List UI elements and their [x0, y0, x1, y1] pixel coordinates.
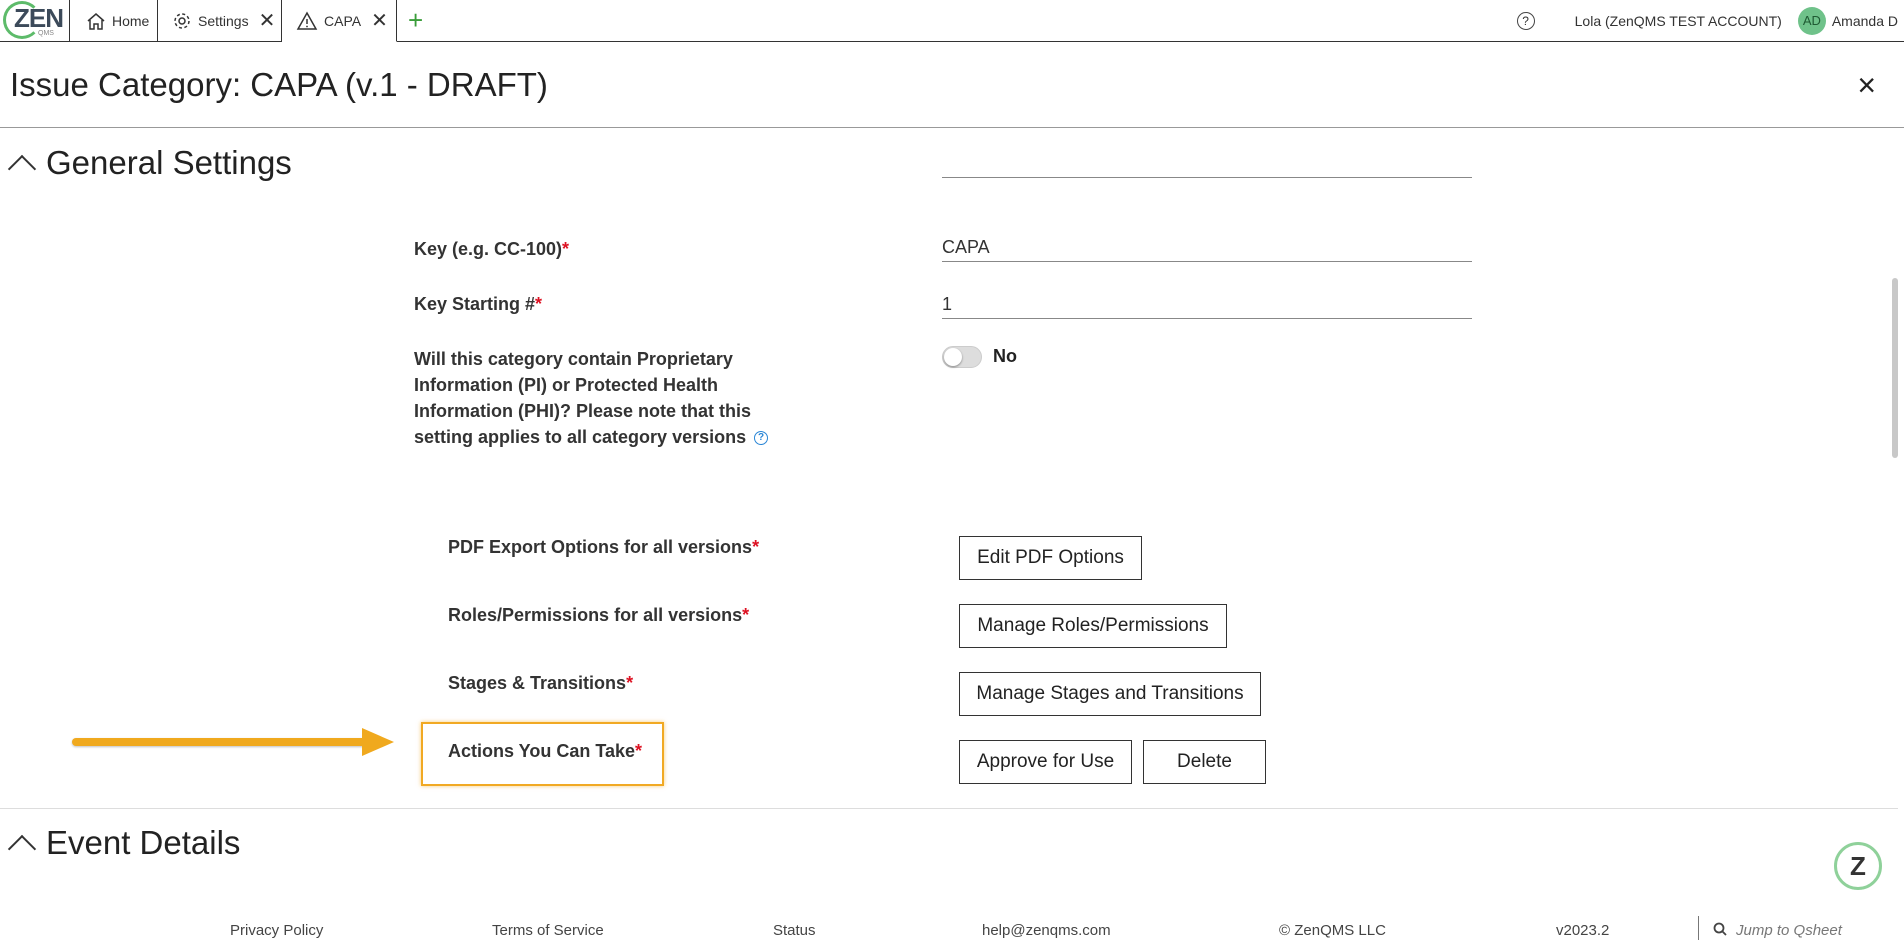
avatar[interactable]: AD	[1797, 6, 1826, 35]
footer: Privacy Policy Terms of Service Status h…	[0, 916, 1904, 940]
required-mark: *	[742, 605, 750, 625]
search-icon	[1713, 922, 1727, 940]
tab-capa[interactable]: CAPA ✕	[282, 0, 397, 42]
required-mark: *	[752, 537, 760, 557]
help-email-link[interactable]: help@zenqms.com	[982, 922, 1111, 939]
tab-settings-label: Settings	[198, 12, 249, 29]
tab-capa-label: CAPA	[324, 12, 362, 29]
warning-icon	[296, 10, 318, 31]
version-text: v2023.2	[1556, 922, 1610, 939]
stages-label: Stages & Transitions*	[448, 673, 633, 694]
chat-bubble-icon[interactable]: Z	[1834, 842, 1882, 890]
logo-subtext: QMS	[38, 30, 54, 37]
close-icon[interactable]: ×	[1857, 69, 1876, 101]
user-name[interactable]: Amanda D	[1832, 13, 1898, 29]
stages-label-text: Stages & Transitions	[448, 673, 627, 693]
jump-to-qsheet-input[interactable]: Jump to Qsheet	[1736, 922, 1842, 939]
arrow-head-icon	[362, 728, 394, 756]
toggle-knob	[944, 348, 962, 366]
main-content: General Settings Key (e.g. CC-100)* CAPA…	[0, 128, 1898, 940]
highlight-box	[421, 722, 664, 786]
delete-button[interactable]: Delete	[1143, 740, 1266, 784]
home-icon	[86, 12, 106, 30]
description-textarea[interactable]	[942, 158, 1472, 178]
pi-toggle-label: No	[993, 346, 1017, 366]
manage-roles-button[interactable]: Manage Roles/Permissions	[959, 604, 1227, 648]
roles-label-text: Roles/Permissions for all versions	[448, 605, 743, 625]
privacy-policy-link[interactable]: Privacy Policy	[230, 922, 323, 939]
copyright-text: © ZenQMS LLC	[1279, 922, 1386, 939]
key-label: Key (e.g. CC-100)*	[414, 236, 569, 262]
account-area: ? Lola (ZenQMS TEST ACCOUNT) AD Amanda D	[1516, 0, 1904, 41]
tab-home-label: Home	[112, 12, 150, 29]
edit-pdf-options-button[interactable]: Edit PDF Options	[959, 536, 1142, 580]
pi-toggle[interactable]	[942, 346, 982, 368]
zenqms-logo[interactable]: ZEN QMS	[0, 0, 70, 41]
general-settings-title: General Settings	[46, 144, 292, 181]
pi-question-text: Will this category contain Proprietary I…	[414, 349, 752, 447]
top-tab-bar: ZEN QMS Home Settings ✕ CAPA ✕ + ? Lola …	[0, 0, 1904, 42]
page-header: Issue Category: CAPA (v.1 - DRAFT) ×	[0, 42, 1904, 128]
status-link[interactable]: Status	[773, 922, 816, 939]
key-label-text: Key (e.g. CC-100)	[414, 239, 563, 259]
pdf-export-label-text: PDF Export Options for all versions	[448, 537, 753, 557]
key-start-input[interactable]: 1	[942, 289, 1472, 319]
add-tab-button[interactable]: +	[408, 6, 423, 34]
annotation-arrow	[72, 738, 368, 746]
manage-stages-button[interactable]: Manage Stages and Transitions	[959, 672, 1261, 716]
chevron-up-icon	[7, 154, 37, 184]
approve-for-use-button[interactable]: Approve for Use	[959, 740, 1132, 784]
key-start-label: Key Starting #*	[414, 291, 542, 317]
required-mark: *	[562, 239, 570, 259]
pi-question-label: Will this category contain Proprietary I…	[414, 346, 814, 450]
close-tab-settings-icon[interactable]: ✕	[259, 11, 276, 31]
section-divider	[0, 808, 1898, 809]
info-icon[interactable]: ?	[754, 431, 769, 446]
pdf-export-label: PDF Export Options for all versions*	[448, 537, 759, 558]
roles-label: Roles/Permissions for all versions*	[448, 605, 749, 626]
footer-separator	[1698, 916, 1699, 940]
event-details-header[interactable]: Event Details	[7, 824, 241, 864]
scrollbar[interactable]	[1892, 278, 1898, 458]
terms-of-service-link[interactable]: Terms of Service	[492, 922, 604, 939]
event-details-title: Event Details	[46, 824, 241, 861]
required-mark: *	[626, 673, 634, 693]
key-input[interactable]: CAPA	[942, 232, 1472, 262]
account-name[interactable]: Lola (ZenQMS TEST ACCOUNT)	[1575, 13, 1782, 29]
tab-settings[interactable]: Settings ✕	[158, 0, 282, 41]
tab-home[interactable]: Home	[70, 0, 158, 41]
close-tab-capa-icon[interactable]: ✕	[371, 11, 388, 31]
gear-icon	[172, 11, 192, 31]
chevron-up-icon	[7, 834, 37, 864]
required-mark: *	[535, 294, 543, 314]
page-title: Issue Category: CAPA (v.1 - DRAFT)	[10, 66, 548, 103]
key-start-label-text: Key Starting #	[414, 294, 536, 314]
general-settings-header[interactable]: General Settings	[7, 144, 292, 184]
help-icon[interactable]: ?	[1516, 11, 1535, 30]
